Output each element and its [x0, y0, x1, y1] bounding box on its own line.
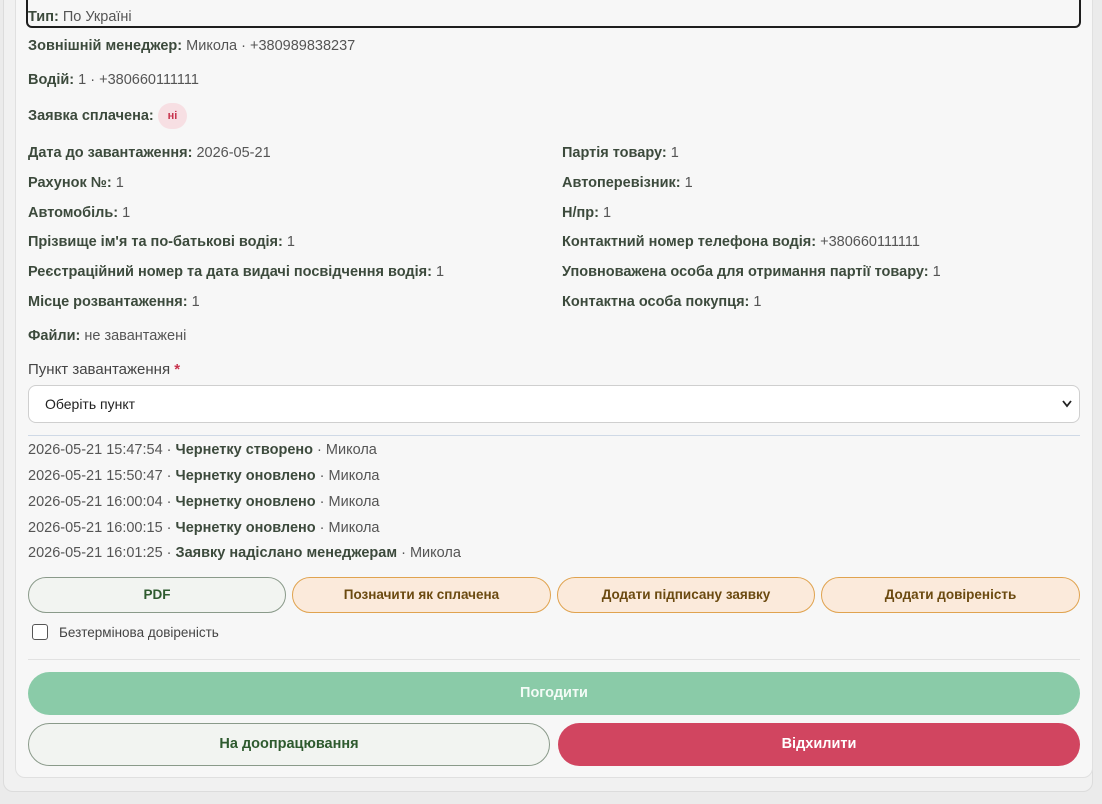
history-time: 2026-05-21 16:00:15 ·	[28, 520, 172, 536]
history-item: 2026-05-21 15:50:47 · Чернетку оновлено …	[28, 468, 379, 484]
files-row: Файли: не завантажені	[28, 327, 186, 345]
loading-point-select[interactable]: Оберіть пункт	[28, 385, 1080, 423]
field-value: 1	[115, 175, 124, 191]
history-action: Заявку надіслано менеджерам	[175, 545, 398, 561]
field-label: Уповноважена особа для отримання партії …	[562, 264, 929, 280]
paid-row: Заявка сплачена:	[28, 107, 154, 125]
type-row: Тип: По Україні	[28, 8, 132, 26]
field-value: 1	[286, 234, 295, 250]
pdf-button[interactable]: PDF	[28, 577, 286, 613]
history-user: · Микола	[319, 494, 380, 510]
chevron-down-icon	[1061, 386, 1073, 436]
required-mark: *	[174, 361, 181, 378]
field-label: Партія товару:	[562, 145, 667, 161]
field-row: Контактний номер телефона водія: +380660…	[562, 233, 920, 251]
paid-status-badge: ні	[158, 103, 187, 129]
field-row: Місце розвантаження: 1	[28, 293, 200, 311]
history-action: Чернетку створено	[175, 442, 314, 458]
loading-point-selected: Оберіть пункт	[45, 396, 136, 412]
field-row: Автомобіль: 1	[28, 204, 130, 222]
paid-label: Заявка сплачена:	[28, 108, 154, 124]
divider	[28, 435, 1080, 436]
field-value: 1	[435, 264, 445, 280]
history-item: 2026-05-21 16:00:15 · Чернетку оновлено …	[28, 520, 379, 536]
loading-point-label-text: Пункт завантаження	[28, 361, 171, 378]
field-label: Місце розвантаження:	[28, 294, 188, 310]
loading-point-label: Пункт завантаження *	[28, 361, 180, 378]
field-label: Н/пр:	[562, 205, 599, 221]
history-item: 2026-05-21 15:47:54 · Чернетку створено …	[28, 442, 377, 458]
field-value: 2026-05-21	[196, 145, 271, 161]
files-value: не завантажені	[84, 328, 187, 344]
send-for-rework-button[interactable]: На доопрацювання	[28, 723, 550, 766]
field-row: Н/пр: 1	[562, 204, 611, 222]
field-value: 1	[670, 145, 679, 161]
field-value: 1	[602, 205, 612, 221]
history-action: Чернетку оновлено	[175, 468, 316, 484]
field-label: Автомобіль:	[28, 205, 119, 221]
indefinite-poa-label: Безтермінова довіреність	[59, 625, 219, 640]
field-label: Контактна особа покупця:	[562, 294, 750, 310]
field-label: Автоперевізник:	[562, 175, 681, 191]
approve-button[interactable]: Погодити	[28, 672, 1080, 715]
field-label: Реєстраційний номер та дата видачі посві…	[28, 264, 432, 280]
type-box	[26, 0, 1081, 28]
field-label: Рахунок №:	[28, 175, 112, 191]
field-row: Автоперевізник: 1	[562, 174, 693, 192]
field-row: Прізвище ім'я та по-батькові водія: 1	[28, 233, 295, 251]
driver-row: Водій: 1 · +380660111111	[28, 71, 199, 89]
history-time: 2026-05-21 16:00:04 ·	[28, 494, 172, 510]
history-user: · Микола	[319, 468, 380, 484]
external-manager-label: Зовнішній менеджер:	[28, 38, 183, 54]
indefinite-poa-checkbox[interactable]	[32, 624, 48, 640]
field-value: 1	[122, 205, 131, 221]
type-value: По Україні	[62, 9, 132, 25]
field-row: Рахунок №: 1	[28, 174, 124, 192]
add-power-of-attorney-button[interactable]: Додати довіреність	[821, 577, 1080, 613]
field-row: Партія товару: 1	[562, 144, 679, 162]
driver-value: 1 · +380660111111	[78, 72, 199, 88]
history-user: · Микола	[317, 442, 377, 458]
field-label: Прізвище ім'я та по-батькові водія:	[28, 234, 283, 250]
field-value: 1	[753, 294, 762, 310]
history-time: 2026-05-21 15:50:47 ·	[28, 468, 172, 484]
field-row: Дата до завантаження: 2026-05-21	[28, 144, 271, 162]
external-manager-row: Зовнішній менеджер: Микола · +3809898382…	[28, 37, 355, 55]
field-row: Уповноважена особа для отримання партії …	[562, 263, 941, 281]
type-label: Тип:	[28, 9, 59, 25]
external-manager-value: Микола · +380989838237	[186, 38, 356, 54]
add-signed-request-button[interactable]: Додати підписану заявку	[557, 577, 815, 613]
reject-button[interactable]: Відхилити	[558, 723, 1080, 766]
mark-paid-button[interactable]: Позначити як сплачена	[292, 577, 551, 613]
files-label: Файли:	[28, 328, 81, 344]
field-value: 1	[932, 264, 941, 280]
field-label: Дата до завантаження:	[28, 145, 193, 161]
history-user: · Микола	[319, 520, 380, 536]
history-item: 2026-05-21 16:00:04 · Чернетку оновлено …	[28, 494, 379, 510]
driver-label: Водій:	[28, 72, 75, 88]
field-value: 1	[191, 294, 200, 310]
divider	[28, 659, 1080, 660]
history-item: 2026-05-21 16:01:25 · Заявку надіслано м…	[28, 545, 461, 561]
history-time: 2026-05-21 15:47:54 ·	[28, 442, 172, 458]
history-action: Чернетку оновлено	[175, 494, 316, 510]
field-value: 1	[684, 175, 693, 191]
history-action: Чернетку оновлено	[175, 520, 316, 536]
field-row: Реєстраційний номер та дата видачі посві…	[28, 263, 444, 281]
field-label: Контактний номер телефона водія:	[562, 234, 817, 250]
field-row: Контактна особа покупця: 1	[562, 293, 761, 311]
field-value: +380660111111	[820, 234, 920, 250]
history-user: · Микола	[401, 545, 461, 561]
history-time: 2026-05-21 16:01:25 ·	[28, 545, 172, 561]
